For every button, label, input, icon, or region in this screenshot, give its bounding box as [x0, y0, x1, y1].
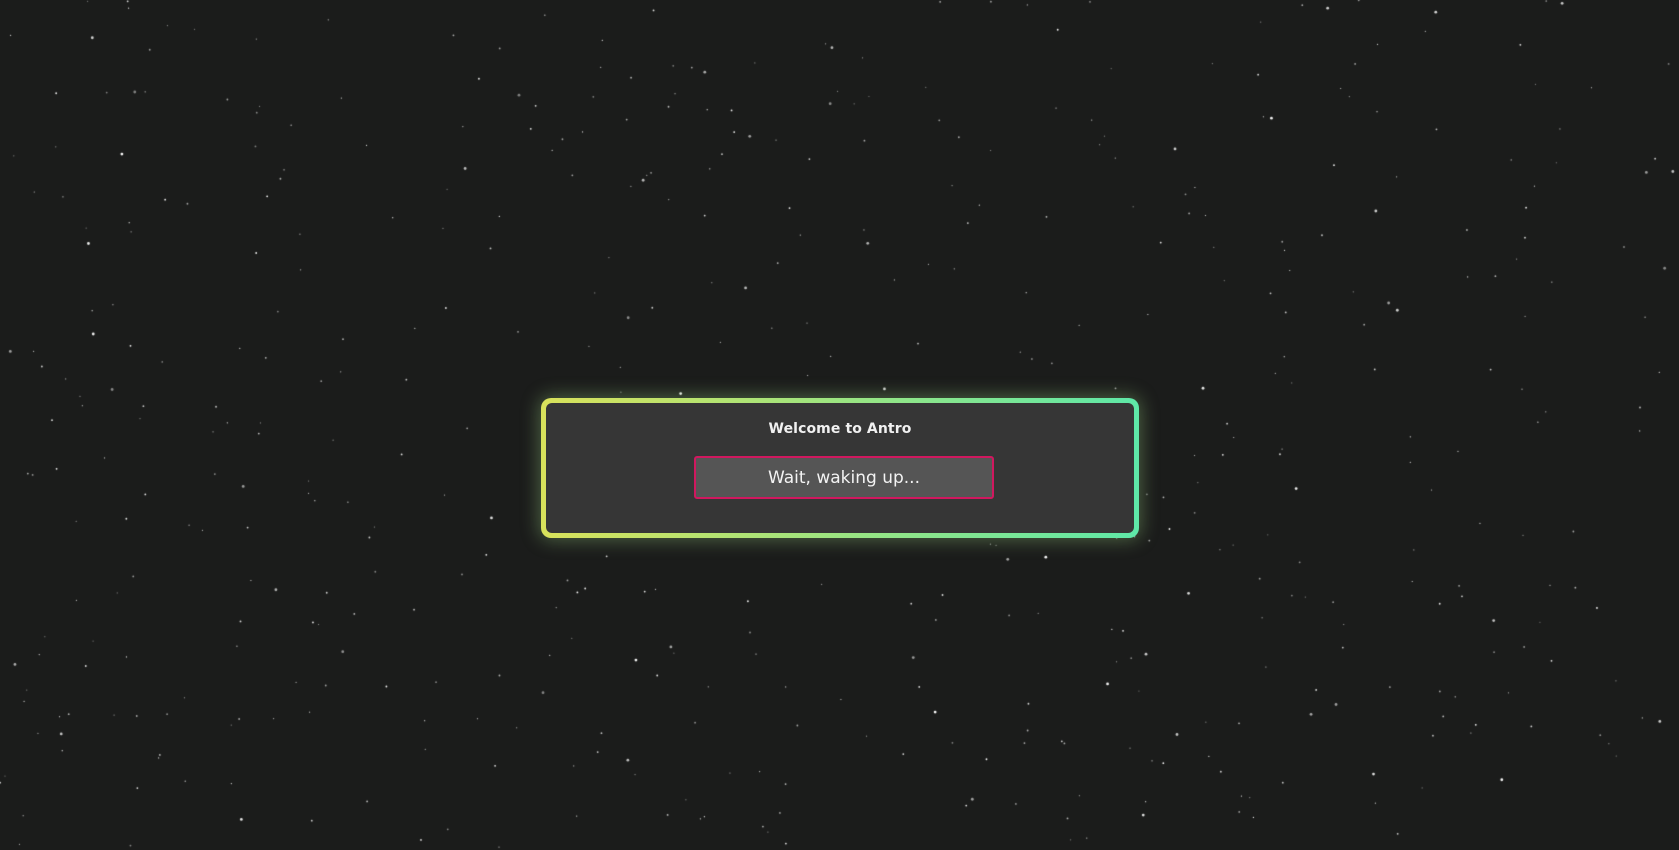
- welcome-dialog-panel: Welcome to Antro Wait, waking up...: [546, 403, 1134, 533]
- waking-up-status-button[interactable]: Wait, waking up...: [694, 456, 994, 499]
- dialog-title: Welcome to Antro: [768, 421, 912, 437]
- welcome-dialog: Welcome to Antro Wait, waking up...: [541, 398, 1139, 538]
